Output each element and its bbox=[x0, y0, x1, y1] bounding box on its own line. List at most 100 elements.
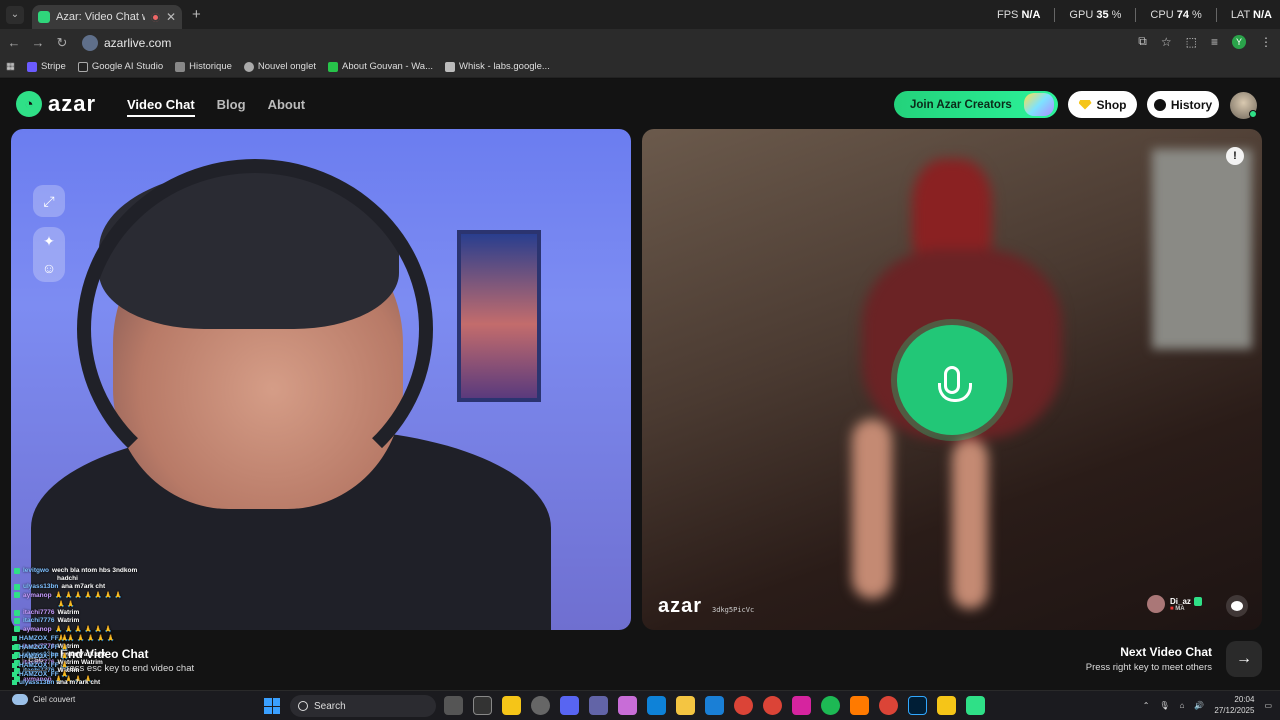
spotify-icon[interactable] bbox=[821, 696, 840, 715]
bookmark-about-gouvan[interactable]: About Gouvan - Wa... bbox=[328, 61, 433, 72]
file-explorer-icon[interactable] bbox=[676, 696, 695, 715]
fps-value: N/A bbox=[1021, 9, 1041, 21]
user-avatar[interactable] bbox=[1230, 92, 1257, 119]
start-button[interactable] bbox=[264, 698, 280, 714]
edge-icon[interactable] bbox=[647, 696, 666, 715]
chat-bubble-icon bbox=[1231, 601, 1243, 611]
chrome-alt-icon[interactable] bbox=[763, 696, 782, 715]
teams-icon[interactable] bbox=[589, 696, 608, 715]
bookmark-nouvel-onglet[interactable]: Nouvel onglet bbox=[243, 61, 316, 72]
discord-icon[interactable] bbox=[560, 696, 579, 715]
azar-logo[interactable]: ◔ azar bbox=[16, 91, 96, 117]
bookmark-stripe[interactable]: Stripe bbox=[26, 61, 66, 72]
kick-badge-icon bbox=[12, 644, 17, 650]
instagram-icon[interactable] bbox=[792, 696, 811, 715]
new-tab-button[interactable]: + bbox=[192, 6, 201, 23]
chat-username: HAMZOX_FF bbox=[19, 634, 59, 642]
windows-taskbar: Ciel couvert Search ⌃ 🎙 ⌂ 🔊 20:04 27/12/… bbox=[0, 690, 1280, 720]
network-icon[interactable]: ⌂ bbox=[1180, 701, 1185, 710]
copilot-icon[interactable] bbox=[618, 696, 637, 715]
kick-badge-icon bbox=[14, 592, 20, 598]
browser-menu-icon[interactable]: ⋮ bbox=[1260, 35, 1272, 49]
store-icon[interactable] bbox=[705, 696, 724, 715]
weather-widget[interactable]: Ciel couvert bbox=[12, 694, 75, 705]
shop-button[interactable]: Shop bbox=[1068, 91, 1137, 118]
photoshop-icon[interactable] bbox=[908, 696, 927, 715]
chat-text: Watrim bbox=[57, 617, 80, 624]
kick-badge-icon bbox=[14, 617, 20, 624]
volume-icon[interactable]: 🔊 bbox=[1194, 701, 1204, 710]
wall-poster bbox=[457, 230, 541, 402]
tray-overflow-icon[interactable]: ⌃ bbox=[1143, 701, 1150, 710]
next-chat-button[interactable]: → bbox=[1226, 641, 1262, 677]
flag-icon: ■ bbox=[1170, 605, 1174, 612]
chat-text: 🙏 🙏 🙏 🙏 🙏 🙏 bbox=[54, 626, 113, 633]
sparkle-effects-icon[interactable]: ✦ bbox=[43, 233, 55, 250]
join-creators-button[interactable]: Join Azar Creators bbox=[894, 91, 1058, 118]
chat-text: wech bla ntom hbs 3ndkom bbox=[52, 567, 138, 574]
chat-text: ana m7ark cht bbox=[56, 679, 101, 686]
install-app-icon[interactable]: ⧉ bbox=[1138, 34, 1147, 49]
microphone-tray-icon[interactable]: 🎙 bbox=[1159, 701, 1169, 710]
chat-text: ana m7ark cht bbox=[61, 583, 106, 590]
app-yellow-icon[interactable] bbox=[502, 696, 521, 715]
history-button[interactable]: History bbox=[1147, 91, 1219, 118]
browser-tab[interactable]: Azar: Video Chat with New ✕ bbox=[32, 5, 182, 29]
kick-icon bbox=[328, 61, 339, 72]
nav-blog[interactable]: Blog bbox=[217, 97, 246, 117]
site-info-icon[interactable] bbox=[82, 35, 98, 51]
lat-label: LAT bbox=[1230, 9, 1250, 21]
nav-about[interactable]: About bbox=[268, 97, 306, 117]
obs-icon[interactable] bbox=[531, 696, 550, 715]
back-icon[interactable]: ← bbox=[2, 35, 26, 50]
extensions-icon[interactable]: ⬚ bbox=[1186, 35, 1197, 49]
taskbar-search[interactable]: Search bbox=[290, 695, 436, 717]
url-bar[interactable]: azarlive.com bbox=[82, 32, 1172, 54]
nav-video-chat[interactable]: Video Chat bbox=[127, 97, 195, 117]
app-orange-icon[interactable] bbox=[850, 696, 869, 715]
bookmark-whisk[interactable]: Whisk - labs.google... bbox=[445, 61, 550, 72]
chrome-active-icon[interactable] bbox=[879, 696, 898, 715]
chat-text: 🙏 bbox=[60, 662, 69, 669]
chat-text: 🙏 bbox=[60, 635, 69, 642]
close-tab-icon[interactable]: ✕ bbox=[166, 10, 176, 24]
apps-grid-icon[interactable]: ▦ bbox=[6, 61, 15, 72]
azar-app-icon[interactable] bbox=[966, 696, 985, 715]
swap-camera-button[interactable]: ⤢ bbox=[33, 185, 65, 217]
clock[interactable]: 20:04 27/12/2025 bbox=[1214, 694, 1254, 716]
forward-icon[interactable]: → bbox=[26, 35, 50, 50]
chat-button[interactable] bbox=[1226, 595, 1248, 617]
unmute-mic-button[interactable] bbox=[897, 325, 1007, 435]
chat-username: ulyass13bn bbox=[19, 679, 55, 686]
stream-chat-overlay-lower: HAMZOX_FF 🙏 HAMZOX_FF 🙏 HAMZOX_FF 🙏 HAMZOX_FF 🙏… bbox=[12, 634, 100, 686]
task-view-icon[interactable] bbox=[444, 696, 463, 715]
bookmark-google-ai-studio[interactable]: Google AI Studio bbox=[77, 61, 163, 72]
peer-profile[interactable]: Di_az ■ MA bbox=[1147, 595, 1202, 613]
tab-search-button[interactable]: ⌄ bbox=[6, 5, 24, 24]
chat-username: HAMZOX_FF bbox=[19, 652, 59, 660]
online-status-dot bbox=[1249, 110, 1257, 118]
chat-text: hadchi bbox=[57, 575, 78, 582]
bookmark-star-icon[interactable]: ☆ bbox=[1161, 35, 1172, 49]
microphone-icon bbox=[938, 366, 972, 402]
expand-icon: ⤢ bbox=[43, 192, 55, 209]
media-control-icon[interactable]: ≡ bbox=[1211, 35, 1218, 49]
reload-icon[interactable]: ↻ bbox=[50, 35, 74, 51]
peer-name: Di_az bbox=[1170, 596, 1191, 606]
chat-message: ulyass13bn ana m7ark cht bbox=[14, 583, 234, 590]
app-yellow-2-icon[interactable] bbox=[937, 696, 956, 715]
history-icon bbox=[175, 61, 186, 72]
notifications-icon[interactable]: ▭ bbox=[1264, 701, 1272, 710]
profile-avatar[interactable]: Y bbox=[1232, 34, 1246, 49]
kick-badge-icon bbox=[14, 583, 20, 590]
chat-text: 🙏 🙏 🙏 🙏 🙏 🙏 🙏 bbox=[54, 592, 123, 599]
url-text: azarlive.com bbox=[104, 36, 172, 50]
main-nav: Video Chat Blog About bbox=[127, 97, 305, 117]
cloud-icon bbox=[12, 694, 28, 705]
bookmark-historique[interactable]: Historique bbox=[175, 61, 232, 72]
report-button[interactable]: ! bbox=[1226, 147, 1244, 165]
chrome-icon[interactable] bbox=[734, 696, 753, 715]
capcut-icon[interactable] bbox=[473, 696, 492, 715]
face-filter-icon[interactable]: ☺ bbox=[42, 260, 56, 276]
azar-favicon-icon bbox=[38, 11, 50, 23]
